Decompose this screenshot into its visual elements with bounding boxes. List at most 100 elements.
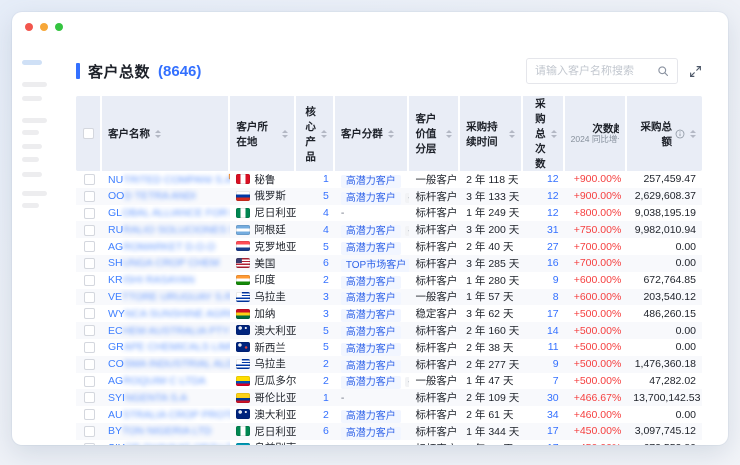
row-checkbox[interactable]: [84, 241, 95, 252]
column-header-duration[interactable]: 采购持续时间: [460, 96, 523, 171]
row-checkbox[interactable]: [84, 174, 95, 185]
row-checkbox[interactable]: [84, 191, 95, 202]
purchase-count-link[interactable]: 12: [547, 173, 559, 185]
customer-name-link[interactable]: WYNCA SUNSHINE AGRIC PRO (U...: [108, 308, 224, 320]
column-header-select[interactable]: [76, 96, 102, 171]
search-input[interactable]: [535, 65, 651, 77]
row-checkbox[interactable]: [84, 426, 95, 437]
core-product-count-link[interactable]: 5: [323, 190, 329, 202]
purchase-count-link[interactable]: 31: [547, 224, 559, 236]
purchase-count-link[interactable]: 8: [553, 291, 559, 303]
sidebar-item-skeleton[interactable]: [22, 172, 42, 177]
purchase-count-link[interactable]: 14: [547, 325, 559, 337]
sidebar-item-skeleton[interactable]: [22, 118, 47, 123]
customer-name-link[interactable]: OOD TETRA ANDI: [108, 190, 196, 202]
sidebar-item-skeleton[interactable]: [22, 96, 42, 101]
customer-name-link[interactable]: AGROMARKET D.O.O: [108, 241, 215, 253]
minimize-button[interactable]: [40, 23, 48, 31]
core-product-count-link[interactable]: 5: [323, 241, 329, 253]
core-product-count-link[interactable]: 2: [323, 409, 329, 421]
core-product-count-link[interactable]: 3: [323, 291, 329, 303]
purchase-count-link[interactable]: 12: [547, 190, 559, 202]
customer-name-link[interactable]: SYINGENTA S.A: [108, 392, 187, 404]
row-checkbox[interactable]: [84, 342, 95, 353]
column-header-name[interactable]: 客户名称: [102, 96, 230, 171]
row-checkbox[interactable]: [84, 225, 95, 236]
row-checkbox[interactable]: [84, 208, 95, 219]
purchase-count-link[interactable]: 7: [553, 375, 559, 387]
customer-name-link[interactable]: NUTRITED COMPANI S.A.C: [108, 174, 224, 186]
row-checkbox[interactable]: [84, 443, 95, 445]
zoom-button[interactable]: [55, 23, 63, 31]
core-product-count-link[interactable]: 5: [323, 325, 329, 337]
core-product-count-link[interactable]: 4: [323, 224, 329, 236]
core-product-count-link[interactable]: 6: [323, 425, 329, 437]
sidebar-item-skeleton[interactable]: [22, 191, 47, 196]
purchase-count-link[interactable]: 17: [547, 425, 559, 437]
customer-name-link[interactable]: GLOBAL ALLIANCE FOR CHEMICA...: [108, 207, 224, 219]
row-checkbox[interactable]: [84, 308, 95, 319]
column-header-group[interactable]: 客户分群: [335, 96, 410, 171]
column-header-count[interactable]: 采购总次数: [523, 96, 565, 171]
row-checkbox[interactable]: [84, 359, 95, 370]
purchase-count-link[interactable]: 17: [547, 442, 559, 445]
purchase-count-link[interactable]: 12: [547, 207, 559, 219]
sidebar-item-skeleton[interactable]: [22, 203, 39, 208]
core-product-count-link[interactable]: 3: [323, 308, 329, 320]
column-header-trend[interactable]: 次数趋势2024 同比增长率: [565, 96, 628, 171]
fullscreen-expand-icon[interactable]: [689, 65, 702, 78]
customer-name-link[interactable]: RURALIO SOLUCIONES S.A: [108, 224, 224, 236]
purchase-count-link[interactable]: 17: [547, 308, 559, 320]
purchase-count-link[interactable]: 9: [553, 358, 559, 370]
customer-name-link[interactable]: KRISHI RASAYAN: [108, 274, 195, 286]
customer-name-link[interactable]: SHUNGA CROP CHEM: [108, 257, 219, 269]
sidebar-item-skeleton[interactable]: [22, 130, 39, 135]
column-header-amount[interactable]: 采购总额: [627, 96, 702, 171]
core-product-count-link[interactable]: 1: [323, 392, 329, 404]
row-checkbox[interactable]: [84, 376, 95, 387]
core-product-count-link[interactable]: 2: [323, 274, 329, 286]
sidebar-item-active-skeleton[interactable]: [22, 60, 42, 65]
core-product-count-link[interactable]: 4: [323, 207, 329, 219]
core-product-count-link[interactable]: 6: [323, 257, 329, 269]
purchase-count-link[interactable]: 34: [547, 409, 559, 421]
info-icon[interactable]: [675, 129, 685, 139]
row-checkbox[interactable]: [84, 392, 95, 403]
close-button[interactable]: [25, 23, 33, 31]
row-checkbox[interactable]: [84, 275, 95, 286]
core-product-count-link[interactable]: 2: [323, 358, 329, 370]
row-checkbox[interactable]: [84, 292, 95, 303]
column-header-core[interactable]: 核心产品: [296, 96, 335, 171]
purchase-count-link[interactable]: 9: [553, 274, 559, 286]
customer-name-link[interactable]: VETTORE URUGUAY S.R.L: [108, 291, 224, 303]
row-checkbox[interactable]: [84, 258, 95, 269]
column-header-location[interactable]: 客户所在地: [230, 96, 296, 171]
cell-growth-rate: +460.00%: [565, 406, 628, 423]
purchase-count-link[interactable]: 16: [547, 257, 559, 269]
customer-name-link[interactable]: COSMA INDUSTRIAL ALDRO R...: [108, 358, 224, 370]
customer-name-link[interactable]: ECHEM AUSTRALIA PTY LIMITED: [108, 325, 224, 337]
row-checkbox[interactable]: [84, 409, 95, 420]
sidebar-item-skeleton[interactable]: [22, 157, 39, 162]
customer-name-link[interactable]: BYTON NIGERIA LTD: [108, 425, 211, 437]
core-product-count-link[interactable]: 5: [323, 341, 329, 353]
row-checkbox[interactable]: [84, 325, 95, 336]
search-icon[interactable]: [657, 65, 669, 77]
sidebar-item-skeleton[interactable]: [22, 82, 47, 87]
sidebar-item-skeleton[interactable]: [22, 144, 42, 149]
purchase-count-link[interactable]: 27: [547, 241, 559, 253]
select-all-checkbox[interactable]: [83, 128, 94, 139]
core-product-count-link[interactable]: 1: [323, 173, 329, 185]
customer-name-link[interactable]: SIYOB SHAVKAT ORZU TERMEZ X...: [108, 442, 224, 445]
cell-group: TOP市场客户: [335, 255, 410, 272]
customer-name-link[interactable]: AGROQUIM C LTDA: [108, 375, 206, 387]
core-product-count-link[interactable]: 2: [323, 375, 329, 387]
customer-name-link[interactable]: AUSTRALIA CROP PROTECTION P...: [108, 409, 224, 421]
cell-location: 澳大利亚: [230, 322, 296, 339]
search-box[interactable]: [526, 58, 678, 84]
purchase-count-link[interactable]: 30: [547, 392, 559, 404]
purchase-count-link[interactable]: 11: [548, 341, 559, 353]
column-header-tier[interactable]: 客户价值分层: [409, 96, 460, 171]
cell-name: GLOBAL ALLIANCE FOR CHEMICA...: [102, 205, 230, 222]
customer-name-link[interactable]: GRAPE CHEMICALS LIMITED: [108, 341, 224, 353]
